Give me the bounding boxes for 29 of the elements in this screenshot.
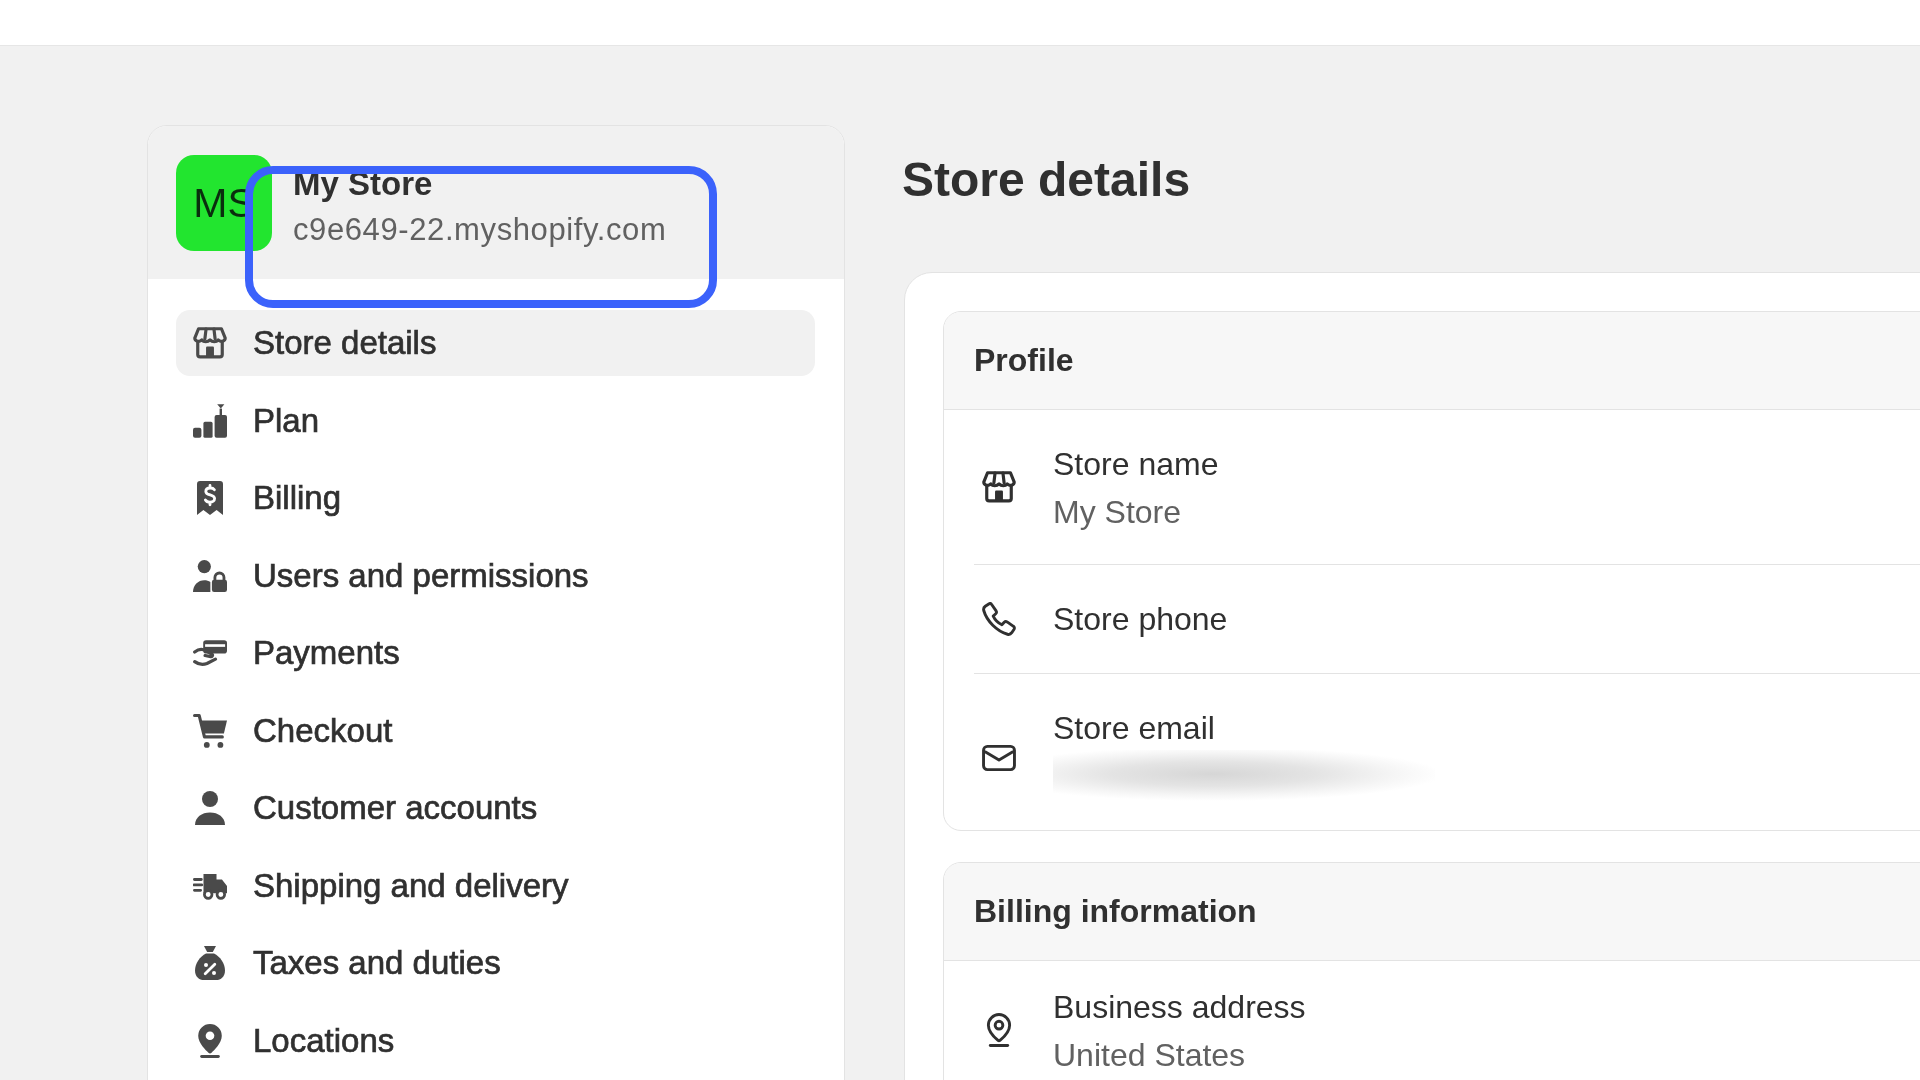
store-icon xyxy=(193,326,227,360)
sidebar-item[interactable]: Billing xyxy=(176,465,815,531)
sidebar-item[interactable]: Store details xyxy=(176,310,815,376)
store-name: My Store xyxy=(293,164,434,204)
steps-flag-icon xyxy=(193,403,227,438)
field-value: My Store xyxy=(1053,493,1183,532)
sidebar-item[interactable]: Locations xyxy=(176,1007,815,1074)
field-label: Store name xyxy=(1053,445,1219,484)
person-icon xyxy=(193,791,227,825)
field-label: Store phone xyxy=(1053,600,1228,639)
sidebar-item[interactable]: Plan xyxy=(176,387,815,454)
field-label: Store email xyxy=(1053,709,1216,748)
bag-percent-icon xyxy=(193,946,227,980)
sidebar-item[interactable]: Checkout xyxy=(176,697,815,764)
field-label: Business address xyxy=(1053,988,1306,1027)
cart-icon xyxy=(193,713,227,748)
section-title: Profile xyxy=(974,342,1074,379)
person-lock-icon xyxy=(193,558,227,593)
sidebar-item[interactable]: Customer accounts xyxy=(176,775,815,841)
page-title: Store details xyxy=(902,152,1192,208)
sidebar-item[interactable]: Payments xyxy=(176,620,815,686)
store-icon xyxy=(982,470,1016,504)
store-domain: c9e649-22.myshopify.com xyxy=(293,211,667,249)
sidebar-item[interactable]: Taxes and duties xyxy=(176,930,815,996)
sidebar-item[interactable]: Shipping and delivery xyxy=(176,852,815,919)
phone-icon xyxy=(982,602,1016,636)
field-value: United States xyxy=(1053,1036,1247,1075)
section-title: Billing information xyxy=(974,893,1257,930)
sidebar-item[interactable]: Users and permissions xyxy=(176,542,815,609)
